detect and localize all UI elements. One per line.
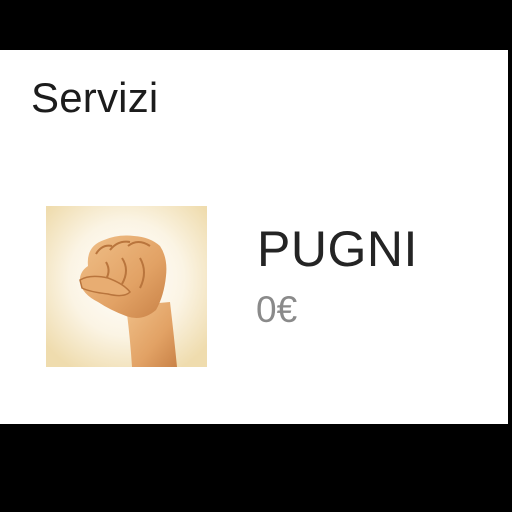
service-name: PUGNI: [257, 221, 418, 277]
service-thumbnail: [46, 206, 207, 367]
section-title: Servizi: [31, 74, 159, 121]
service-item[interactable]: PUGNI 0€: [44, 203, 484, 367]
service-price: 0€: [256, 289, 298, 330]
screen: Servizi PUGNI 0€: [0, 0, 512, 512]
raised-fist-icon: [46, 206, 207, 367]
